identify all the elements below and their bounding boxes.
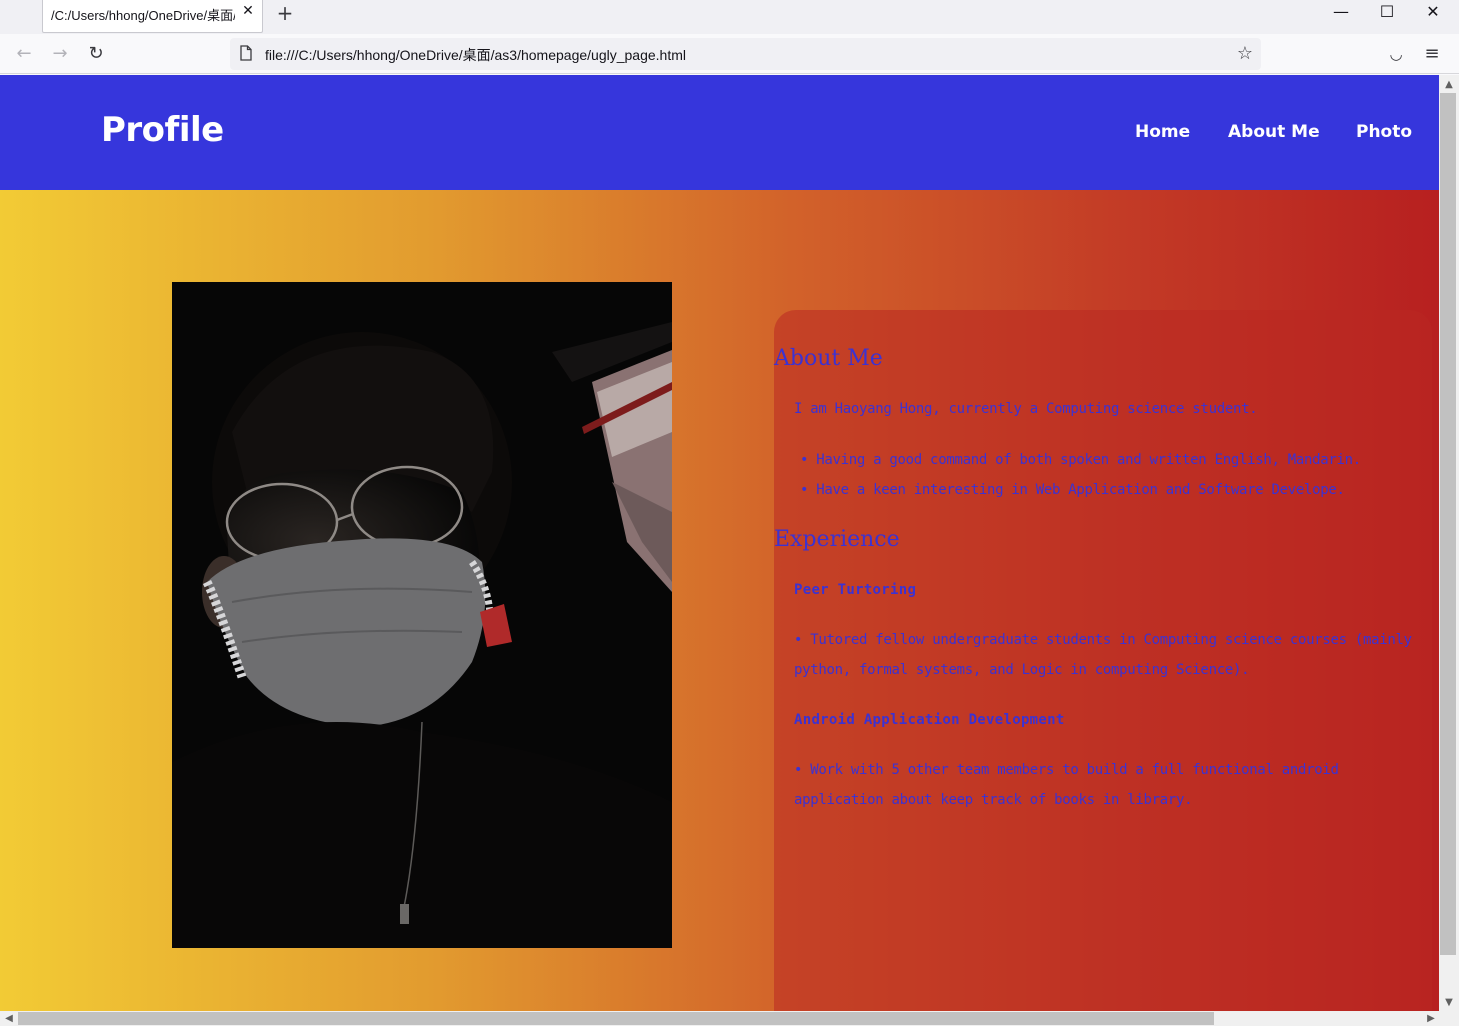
address-bar[interactable]: file:///C:/Users/hhong/OneDrive/桌面/as3/h… xyxy=(230,38,1261,70)
experience-line: • Work with 5 other team members to buil… xyxy=(794,762,1339,778)
experience-heading: Experience xyxy=(774,527,900,552)
tab-title: /C:/Users/hhong/OneDrive/桌面/as3/homepage… xyxy=(51,8,235,23)
back-button[interactable]: ← xyxy=(12,42,36,66)
horizontal-scroll-thumb[interactable] xyxy=(18,1012,1214,1025)
vertical-scroll-thumb[interactable] xyxy=(1440,93,1456,955)
about-bullet: • Having a good command of both spoken a… xyxy=(800,452,1361,468)
star-icon[interactable]: ☆ xyxy=(1234,42,1256,66)
maximize-button[interactable]: ☐ xyxy=(1364,0,1410,26)
about-heading: About Me xyxy=(774,346,883,371)
nav-home-link[interactable]: Home xyxy=(1135,122,1190,142)
about-intro: I am Haoyang Hong, currently a Computing… xyxy=(794,401,1258,417)
experience-line: python, formal systems, and Logic in com… xyxy=(794,662,1250,678)
reload-button[interactable]: ↻ xyxy=(84,42,108,66)
scroll-right-icon[interactable]: ▶ xyxy=(1423,1011,1439,1026)
scroll-down-icon[interactable]: ▼ xyxy=(1441,995,1457,1010)
nav-photo-link[interactable]: Photo xyxy=(1356,122,1412,142)
about-bullet: • Have a keen interesting in Web Applica… xyxy=(800,482,1345,498)
hero-section: About Me I am Haoyang Hong, currently a … xyxy=(0,190,1439,1011)
minimize-button[interactable]: — xyxy=(1318,0,1364,26)
experience-line: • Tutored fellow undergraduate students … xyxy=(794,632,1412,648)
hamburger-menu-icon[interactable]: ≡ xyxy=(1420,42,1444,66)
experience-line: application about keep track of books in… xyxy=(794,792,1193,808)
experience-title: Android Application Development xyxy=(794,712,1065,728)
experience-title: Peer Turtoring xyxy=(794,582,917,598)
info-card: About Me I am Haoyang Hong, currently a … xyxy=(774,310,1432,1011)
page-viewport: Profile Home About Me Photo About Me I a… xyxy=(0,75,1439,1011)
scroll-left-icon[interactable]: ◀ xyxy=(1,1011,17,1026)
nav-about-link[interactable]: About Me xyxy=(1228,122,1320,142)
url-text[interactable]: file:///C:/Users/hhong/OneDrive/桌面/as3/h… xyxy=(265,45,686,65)
pocket-icon[interactable]: ◡ xyxy=(1384,42,1408,66)
new-tab-button[interactable]: + xyxy=(276,2,294,26)
scroll-up-icon[interactable]: ▲ xyxy=(1441,77,1457,92)
close-window-button[interactable]: ✕ xyxy=(1410,0,1456,26)
tab-bar: /C:/Users/hhong/OneDrive/桌面/as3/homepage… xyxy=(0,0,1459,34)
profile-photo xyxy=(172,282,672,948)
browser-tab[interactable]: /C:/Users/hhong/OneDrive/桌面/as3/homepage… xyxy=(42,0,263,33)
site-header: Profile Home About Me Photo xyxy=(0,75,1439,190)
tab-close-icon[interactable]: ✕ xyxy=(240,3,256,23)
site-brand[interactable]: Profile xyxy=(101,110,224,150)
forward-button[interactable]: → xyxy=(48,42,72,66)
page-icon xyxy=(240,45,252,61)
